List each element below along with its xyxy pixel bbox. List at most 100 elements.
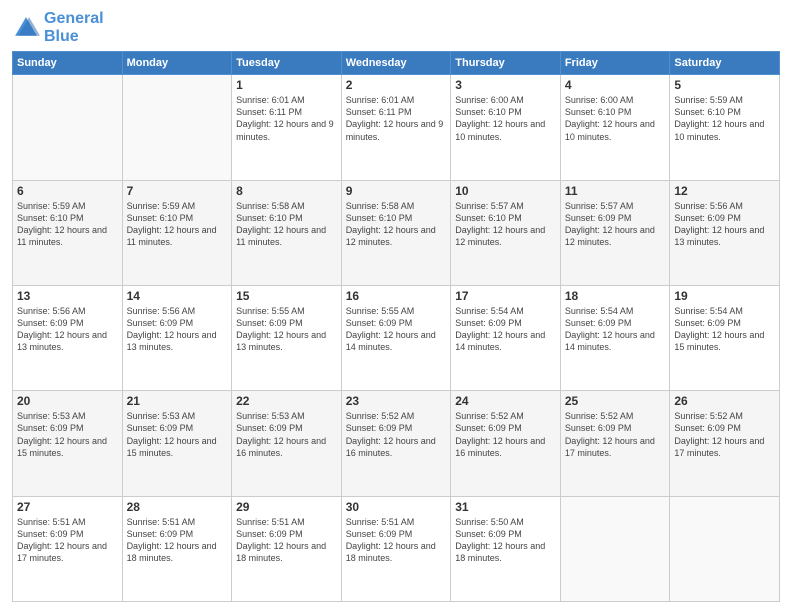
- day-number: 22: [236, 394, 337, 408]
- day-info: Sunrise: 5:56 AM Sunset: 6:09 PM Dayligh…: [17, 305, 118, 354]
- calendar-cell: 9Sunrise: 5:58 AM Sunset: 6:10 PM Daylig…: [341, 180, 451, 285]
- day-info: Sunrise: 5:51 AM Sunset: 6:09 PM Dayligh…: [236, 516, 337, 565]
- calendar-cell: 14Sunrise: 5:56 AM Sunset: 6:09 PM Dayli…: [122, 285, 232, 390]
- day-info: Sunrise: 5:51 AM Sunset: 6:09 PM Dayligh…: [346, 516, 447, 565]
- day-info: Sunrise: 5:54 AM Sunset: 6:09 PM Dayligh…: [565, 305, 666, 354]
- calendar-cell: 22Sunrise: 5:53 AM Sunset: 6:09 PM Dayli…: [232, 391, 342, 496]
- calendar-cell: 18 Sunrise: 5:54 AM Sunset: 6:09 PM Dayli…: [560, 285, 670, 390]
- calendar-cell: 4 Sunrise: 6:00 AM Sunset: 6:10 PM Daylig…: [560, 75, 670, 180]
- day-info: Sunrise: 5:52 AM Sunset: 6:09 PM Dayligh…: [346, 410, 447, 459]
- day-number: 25: [565, 394, 666, 408]
- day-number: 15: [236, 289, 337, 303]
- calendar-cell: 2Sunrise: 6:01 AM Sunset: 6:11 PM Daylig…: [341, 75, 451, 180]
- day-number: 13: [17, 289, 118, 303]
- day-number: 19: [674, 289, 775, 303]
- calendar-cell: 27 Sunrise: 5:51 AM Sunset: 6:09 PM Dayli…: [13, 496, 123, 601]
- day-info: Sunrise: 5:54 AM Sunset: 6:09 PM Dayligh…: [674, 305, 775, 354]
- logo-text: General Blue: [44, 10, 104, 45]
- calendar-cell: 29 Sunrise: 5:51 AM Sunset: 6:09 PM Dayli…: [232, 496, 342, 601]
- day-number: 29: [236, 500, 337, 514]
- calendar-cell: 23 Sunrise: 5:52 AM Sunset: 6:09 PM Dayli…: [341, 391, 451, 496]
- day-number: 12: [674, 184, 775, 198]
- day-number: 14: [127, 289, 228, 303]
- calendar-cell: [670, 496, 780, 601]
- calendar-header-thursday: Thursday: [451, 52, 561, 75]
- calendar-cell: 1Sunrise: 6:01 AM Sunset: 6:11 PM Daylig…: [232, 75, 342, 180]
- logo-icon: [12, 14, 40, 42]
- calendar-cell: 17 Sunrise: 5:54 AM Sunset: 6:09 PM Dayli…: [451, 285, 561, 390]
- calendar-cell: 16 Sunrise: 5:55 AM Sunset: 6:09 PM Dayli…: [341, 285, 451, 390]
- day-info: Sunrise: 5:57 AM Sunset: 6:10 PM Dayligh…: [455, 200, 556, 249]
- day-info: Sunrise: 5:53 AM Sunset: 6:09 PM Dayligh…: [17, 410, 118, 459]
- day-number: 28: [127, 500, 228, 514]
- day-info: Sunrise: 5:59 AM Sunset: 6:10 PM Dayligh…: [17, 200, 118, 249]
- day-number: 6: [17, 184, 118, 198]
- day-number: 30: [346, 500, 447, 514]
- day-number: 16: [346, 289, 447, 303]
- day-info: Sunrise: 5:52 AM Sunset: 6:09 PM Dayligh…: [565, 410, 666, 459]
- calendar-cell: 19 Sunrise: 5:54 AM Sunset: 6:09 PM Dayli…: [670, 285, 780, 390]
- day-number: 24: [455, 394, 556, 408]
- day-number: 27: [17, 500, 118, 514]
- calendar-cell: 31 Sunrise: 5:50 AM Sunset: 6:09 PM Dayli…: [451, 496, 561, 601]
- calendar-cell: 13 Sunrise: 5:56 AM Sunset: 6:09 PM Dayli…: [13, 285, 123, 390]
- day-number: 4: [565, 78, 666, 92]
- day-number: 5: [674, 78, 775, 92]
- day-number: 8: [236, 184, 337, 198]
- day-number: 31: [455, 500, 556, 514]
- calendar-week-4: 20 Sunrise: 5:53 AM Sunset: 6:09 PM Dayli…: [13, 391, 780, 496]
- calendar-cell: 6 Sunrise: 5:59 AM Sunset: 6:10 PM Daylig…: [13, 180, 123, 285]
- day-info: Sunrise: 5:55 AM Sunset: 6:09 PM Dayligh…: [346, 305, 447, 354]
- day-info: Sunrise: 5:54 AM Sunset: 6:09 PM Dayligh…: [455, 305, 556, 354]
- calendar-cell: 30 Sunrise: 5:51 AM Sunset: 6:09 PM Dayli…: [341, 496, 451, 601]
- header: General Blue: [12, 10, 780, 45]
- calendar-week-5: 27 Sunrise: 5:51 AM Sunset: 6:09 PM Dayli…: [13, 496, 780, 601]
- calendar-week-2: 6 Sunrise: 5:59 AM Sunset: 6:10 PM Daylig…: [13, 180, 780, 285]
- calendar-cell: 10Sunrise: 5:57 AM Sunset: 6:10 PM Dayli…: [451, 180, 561, 285]
- day-info: Sunrise: 6:00 AM Sunset: 6:10 PM Dayligh…: [455, 94, 556, 143]
- day-info: Sunrise: 5:52 AM Sunset: 6:09 PM Dayligh…: [674, 410, 775, 459]
- day-number: 11: [565, 184, 666, 198]
- calendar-cell: 8 Sunrise: 5:58 AM Sunset: 6:10 PM Daylig…: [232, 180, 342, 285]
- day-number: 26: [674, 394, 775, 408]
- page: General Blue SundayMondayTuesdayWednesda…: [0, 0, 792, 612]
- day-number: 20: [17, 394, 118, 408]
- calendar-header-friday: Friday: [560, 52, 670, 75]
- day-info: Sunrise: 5:51 AM Sunset: 6:09 PM Dayligh…: [17, 516, 118, 565]
- day-info: Sunrise: 5:51 AM Sunset: 6:09 PM Dayligh…: [127, 516, 228, 565]
- calendar-cell: 21 Sunrise: 5:53 AM Sunset: 6:09 PM Dayli…: [122, 391, 232, 496]
- calendar-cell: 11Sunrise: 5:57 AM Sunset: 6:09 PM Dayli…: [560, 180, 670, 285]
- day-info: Sunrise: 6:00 AM Sunset: 6:10 PM Dayligh…: [565, 94, 666, 143]
- day-info: Sunrise: 5:56 AM Sunset: 6:09 PM Dayligh…: [674, 200, 775, 249]
- calendar-cell: 25 Sunrise: 5:52 AM Sunset: 6:09 PM Dayli…: [560, 391, 670, 496]
- day-info: Sunrise: 6:01 AM Sunset: 6:11 PM Dayligh…: [346, 94, 447, 143]
- calendar-cell: 20 Sunrise: 5:53 AM Sunset: 6:09 PM Dayli…: [13, 391, 123, 496]
- day-info: Sunrise: 5:50 AM Sunset: 6:09 PM Dayligh…: [455, 516, 556, 565]
- calendar-cell: 7Sunrise: 5:59 AM Sunset: 6:10 PM Daylig…: [122, 180, 232, 285]
- calendar-table: SundayMondayTuesdayWednesdayThursdayFrid…: [12, 51, 780, 602]
- calendar-week-3: 13 Sunrise: 5:56 AM Sunset: 6:09 PM Dayli…: [13, 285, 780, 390]
- calendar-cell: [122, 75, 232, 180]
- calendar-cell: 28 Sunrise: 5:51 AM Sunset: 6:09 PM Dayli…: [122, 496, 232, 601]
- calendar-cell: [560, 496, 670, 601]
- calendar-cell: 5 Sunrise: 5:59 AM Sunset: 6:10 PM Daylig…: [670, 75, 780, 180]
- day-info: Sunrise: 5:59 AM Sunset: 6:10 PM Dayligh…: [674, 94, 775, 143]
- day-number: 3: [455, 78, 556, 92]
- day-number: 18: [565, 289, 666, 303]
- calendar-week-1: 1 Sunrise: 6:01 AM Sunset: 6:11 PM Daylig…: [13, 75, 780, 180]
- calendar-cell: 15 Sunrise: 5:55 AM Sunset: 6:09 PM Dayli…: [232, 285, 342, 390]
- day-number: 17: [455, 289, 556, 303]
- calendar-cell: 3 Sunrise: 6:00 AM Sunset: 6:10 PM Daylig…: [451, 75, 561, 180]
- calendar-cell: 24Sunrise: 5:52 AM Sunset: 6:09 PM Dayli…: [451, 391, 561, 496]
- logo: General Blue: [12, 10, 104, 45]
- day-info: Sunrise: 5:55 AM Sunset: 6:09 PM Dayligh…: [236, 305, 337, 354]
- calendar-header-wednesday: Wednesday: [341, 52, 451, 75]
- calendar-header-saturday: Saturday: [670, 52, 780, 75]
- day-number: 23: [346, 394, 447, 408]
- day-info: Sunrise: 5:58 AM Sunset: 6:10 PM Dayligh…: [236, 200, 337, 249]
- calendar-header-tuesday: Tuesday: [232, 52, 342, 75]
- day-number: 21: [127, 394, 228, 408]
- calendar-cell: [13, 75, 123, 180]
- day-number: 1: [236, 78, 337, 92]
- day-info: Sunrise: 5:53 AM Sunset: 6:09 PM Dayligh…: [127, 410, 228, 459]
